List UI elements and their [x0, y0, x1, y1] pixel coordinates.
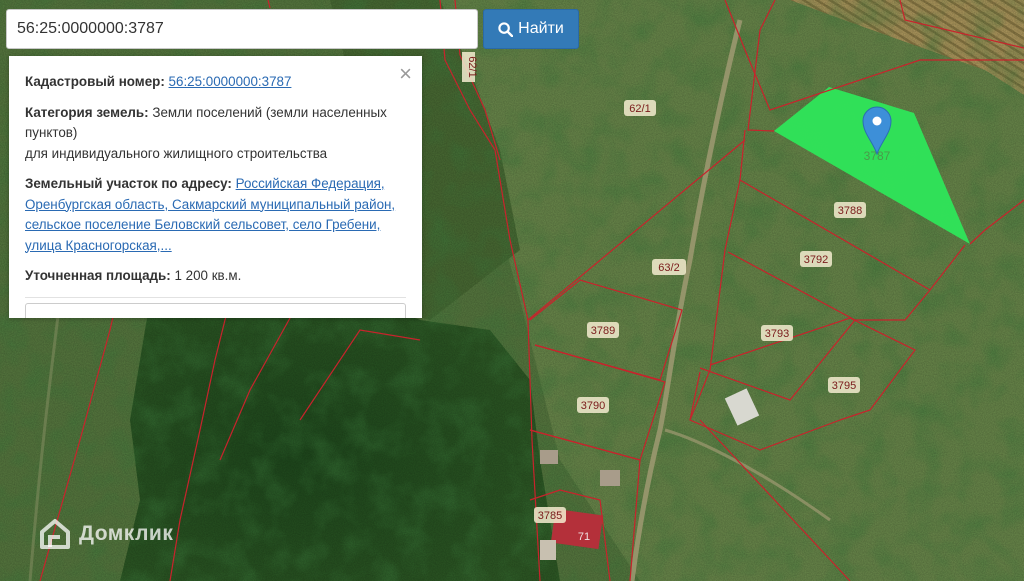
svg-text:3788: 3788	[838, 205, 862, 217]
parcel-label: 63/2	[652, 259, 686, 275]
svg-text:63/2: 63/2	[658, 262, 679, 274]
cadastral-number-row: Кадастровый номер: 56:25:0000000:3787	[25, 72, 406, 93]
search-button[interactable]: Найти	[483, 9, 579, 49]
svg-text:3790: 3790	[581, 400, 605, 412]
cadastral-number-label: Кадастровый номер:	[25, 74, 165, 89]
parcel-label: 3793	[761, 325, 793, 341]
search-button-label: Найти	[518, 20, 564, 37]
panel-action-box[interactable]	[25, 303, 406, 318]
svg-text:62/1: 62/1	[629, 103, 650, 115]
svg-text:62/1: 62/1	[466, 56, 478, 77]
svg-text:3793: 3793	[765, 328, 789, 340]
svg-text:3792: 3792	[804, 254, 828, 266]
house-building	[540, 540, 556, 560]
search-icon	[498, 21, 514, 37]
land-category-row: Категория земель: Земли поселений (земли…	[25, 103, 406, 165]
parcel-label: 3785	[534, 507, 566, 523]
parcel-label: 62/1	[462, 52, 478, 82]
domclick-house-icon	[40, 519, 70, 549]
svg-text:3785: 3785	[538, 510, 562, 522]
search-input[interactable]	[6, 9, 478, 49]
area-label: Уточненная площадь:	[25, 268, 171, 283]
house-building	[540, 450, 558, 464]
land-use-value: для индивидуального жилищного строительс…	[25, 145, 328, 161]
parcel-label: 3790	[577, 397, 609, 413]
parcel-info-panel: × Кадастровый номер: 56:25:0000000:3787 …	[9, 56, 422, 318]
parcel-label: 71	[578, 531, 590, 543]
parcel-label: 3792	[800, 251, 832, 267]
svg-text:3795: 3795	[832, 380, 856, 392]
domclick-logo: Домклик	[38, 517, 173, 551]
logo-text: Домклик	[79, 522, 174, 545]
panel-divider	[25, 296, 406, 298]
land-category-label: Категория земель:	[25, 104, 149, 120]
area-row: Уточненная площадь: 1 200 кв.м.	[25, 266, 406, 287]
area-value: 1 200 кв.м.	[174, 268, 242, 283]
parcel-label: 62/1	[624, 100, 656, 116]
parcel-label: 3789	[587, 322, 619, 338]
svg-text:3789: 3789	[591, 325, 615, 337]
svg-text:71: 71	[578, 531, 590, 543]
close-icon[interactable]: ×	[399, 63, 412, 85]
address-label: Земельный участок по адресу:	[25, 176, 232, 191]
parcel-label: 3788	[834, 202, 866, 218]
parcel-label: 3795	[828, 377, 860, 393]
house-building	[600, 470, 620, 486]
address-row: Земельный участок по адресу: Российская …	[25, 174, 406, 256]
cadastral-number-link[interactable]: 56:25:0000000:3787	[169, 74, 292, 89]
